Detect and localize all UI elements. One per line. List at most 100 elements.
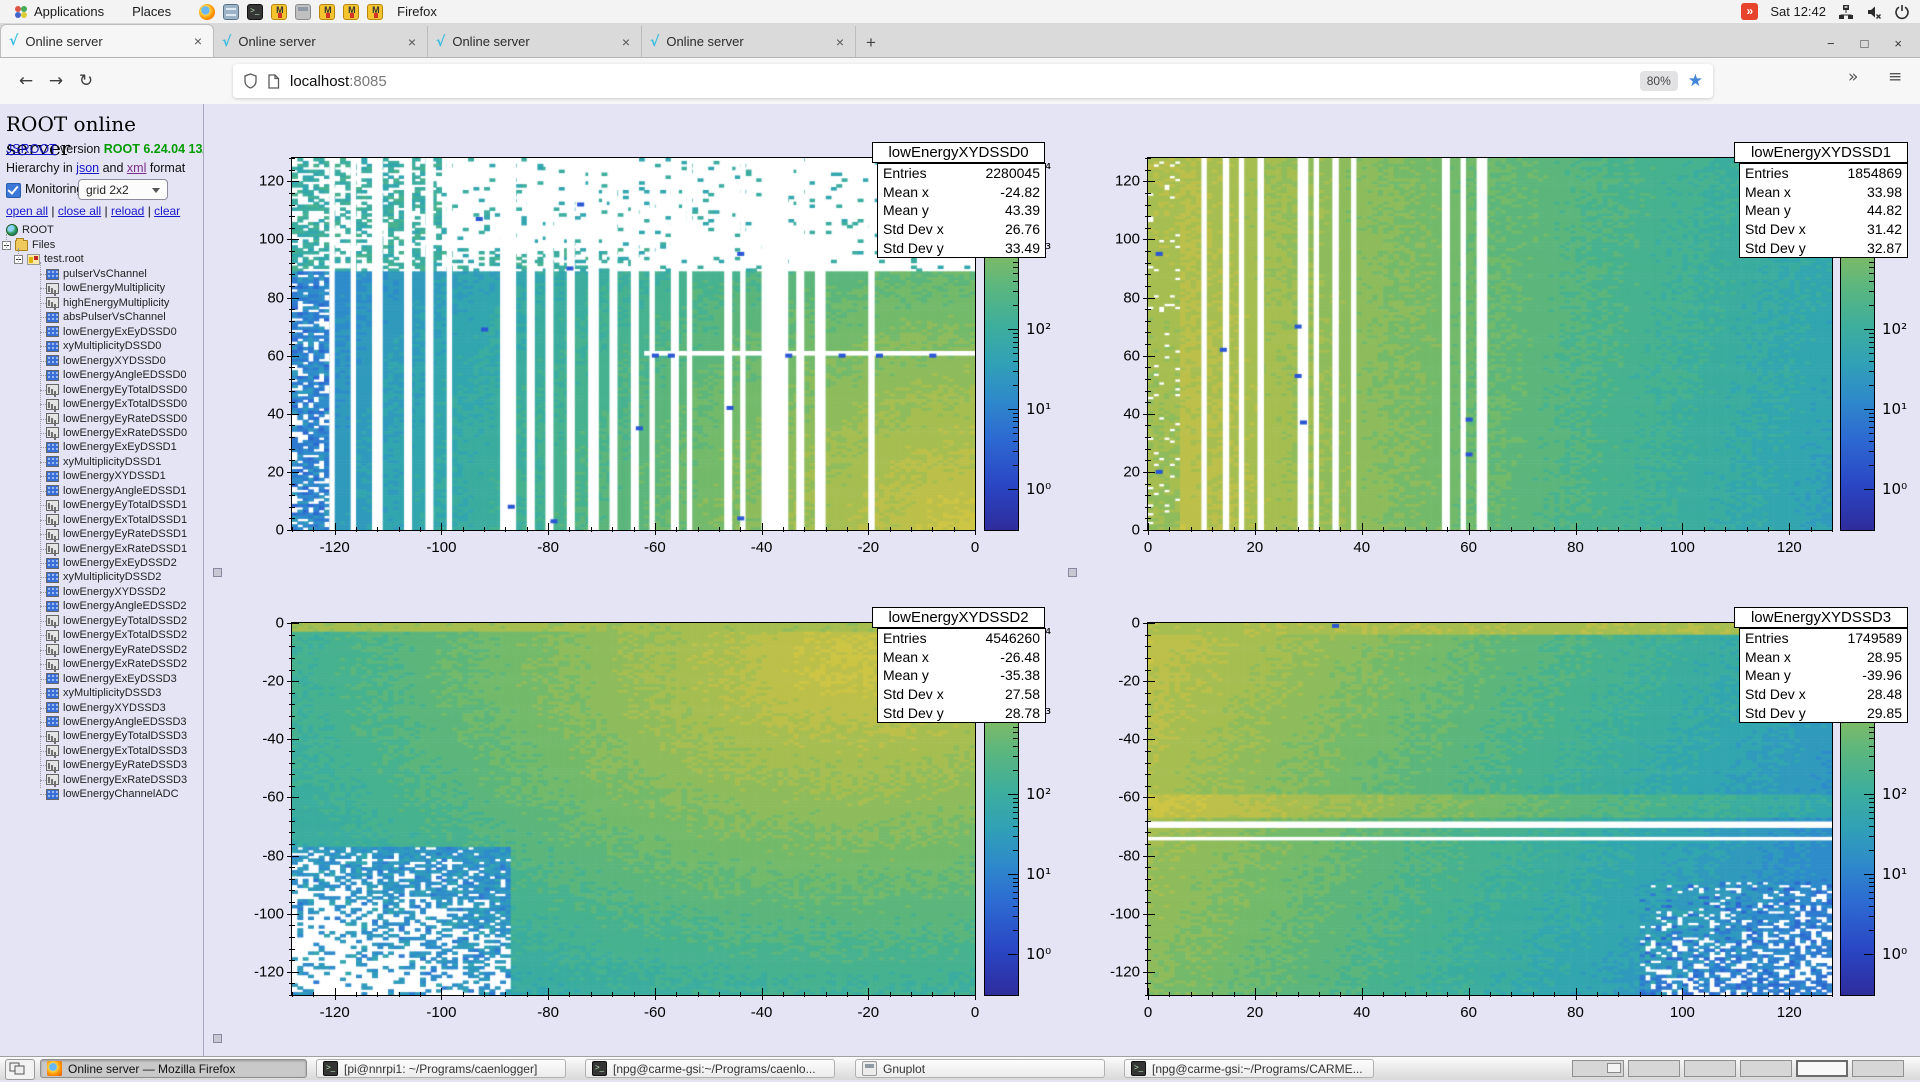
shield-icon[interactable]	[243, 73, 258, 89]
reload-button[interactable]: ↻	[72, 67, 100, 95]
tab-close-icon[interactable]: ×	[191, 33, 205, 49]
tree-item-lowEnergyAngleEDSSD3[interactable]: lowEnergyAngleEDSSD3	[46, 715, 187, 729]
tab-online-server-2[interactable]: √Online server×	[214, 26, 428, 57]
taskbar-button-1[interactable]: Online server — Mozilla Firefox	[40, 1059, 307, 1078]
layout-select[interactable]: grid 2x2	[78, 179, 168, 200]
title-pave-lowEnergyXYDSSD2[interactable]: lowEnergyXYDSSD2	[872, 607, 1045, 628]
plot-frame[interactable]	[292, 623, 975, 995]
applications-menu[interactable]: Applications	[0, 0, 118, 23]
tree-item-lowEnergyExTotalDSSD2[interactable]: lowEnergyExTotalDSSD2	[46, 628, 187, 642]
tab-close-icon[interactable]: ×	[405, 34, 419, 50]
monitoring-checkbox[interactable]	[6, 183, 21, 198]
reload-link[interactable]: reload	[111, 204, 144, 218]
taskbar-button-3[interactable]: [npg@carme-gsi:~/Programs/caenlo...	[585, 1059, 835, 1078]
minimize-button[interactable]: −	[1827, 36, 1835, 51]
tree-item-lowEnergyChannelADC[interactable]: lowEnergyChannelADC	[46, 787, 179, 801]
tree-item-lowEnergyExEyDSSD1[interactable]: lowEnergyExEyDSSD1	[46, 440, 177, 454]
tab-close-icon[interactable]: ×	[619, 34, 633, 50]
zoom-level-badge[interactable]: 80%	[1640, 71, 1678, 91]
tree-item-highEnergyMultiplicity[interactable]: highEnergyMultiplicity	[46, 296, 169, 310]
tree-item-files[interactable]: Files	[2, 238, 55, 252]
bookmark-star-icon[interactable]: ★	[1688, 71, 1703, 91]
forward-button[interactable]: →	[42, 67, 70, 95]
window-switcher-icon[interactable]	[5, 1059, 35, 1080]
power-icon[interactable]	[1894, 4, 1910, 20]
volume-muted-icon[interactable]	[1866, 4, 1882, 20]
tree-item-lowEnergyEyTotalDSSD2[interactable]: lowEnergyEyTotalDSSD2	[46, 614, 187, 628]
back-button[interactable]: ←	[12, 67, 40, 95]
places-menu[interactable]: Places	[118, 0, 185, 23]
jsroot-link[interactable]: JSROOT	[6, 142, 56, 156]
heatmap-canvas-lowEnergyXYDSSD1[interactable]	[1148, 158, 1832, 530]
tree-item-xyMultiplicityDSSD0[interactable]: xyMultiplicityDSSD0	[46, 339, 161, 353]
pad-resize-handle[interactable]	[213, 568, 222, 577]
tree-item-xyMultiplicityDSSD1[interactable]: xyMultiplicityDSSD1	[46, 455, 161, 469]
xml-link[interactable]: xml	[127, 161, 146, 175]
new-tab-button[interactable]: +	[856, 33, 886, 57]
notification-icon[interactable]: »	[1741, 3, 1758, 20]
toolbar-overflow-button[interactable]: »	[1848, 67, 1858, 87]
plot-frame[interactable]	[292, 158, 975, 530]
scanner-launcher-icon[interactable]	[295, 4, 311, 20]
taskbar-button-4[interactable]: Gnuplot	[855, 1059, 1105, 1078]
workspace-cell-2[interactable]	[1628, 1060, 1680, 1077]
tab-online-server-1[interactable]: √Online server×	[0, 24, 214, 57]
tab-online-server-3[interactable]: √Online server×	[428, 26, 642, 57]
tree-item-lowEnergyEyRateDSSD1[interactable]: lowEnergyEyRateDSSD1	[46, 527, 187, 541]
tree-item-lowEnergyExEyDSSD0[interactable]: lowEnergyExEyDSSD0	[46, 325, 177, 339]
tree-item-lowEnergyEyRateDSSD3[interactable]: lowEnergyEyRateDSSD3	[46, 758, 187, 772]
tree-item-lowEnergyExTotalDSSD0[interactable]: lowEnergyExTotalDSSD0	[46, 397, 187, 411]
open-all-link[interactable]: open all	[6, 204, 48, 218]
json-link[interactable]: json	[76, 161, 99, 175]
midas-launcher-icon[interactable]	[367, 4, 383, 20]
title-pave-lowEnergyXYDSSD3[interactable]: lowEnergyXYDSSD3	[1734, 607, 1908, 628]
stats-pave-lowEnergyXYDSSD1[interactable]: Entries1854869Mean x33.98Mean y44.82Std …	[1739, 163, 1908, 258]
tree-item-lowEnergyXYDSSD3[interactable]: lowEnergyXYDSSD3	[46, 701, 166, 715]
midas-launcher-icon[interactable]	[319, 4, 335, 20]
tree-item-lowEnergyAngleEDSSD1[interactable]: lowEnergyAngleEDSSD1	[46, 484, 187, 498]
title-pave-lowEnergyXYDSSD0[interactable]: lowEnergyXYDSSD0	[872, 142, 1045, 163]
firefox-launcher-icon[interactable]	[199, 4, 215, 20]
tree-item-lowEnergyXYDSSD0[interactable]: lowEnergyXYDSSD0	[46, 354, 166, 368]
heatmap-canvas-lowEnergyXYDSSD3[interactable]	[1148, 623, 1832, 995]
midas-launcher-icon[interactable]	[271, 4, 287, 20]
heatmap-canvas-lowEnergyXYDSSD0[interactable]	[292, 158, 975, 530]
tab-close-icon[interactable]: ×	[833, 34, 847, 50]
tree-item-root[interactable]: ROOT	[6, 223, 54, 237]
tree-item-lowEnergyExRateDSSD0[interactable]: lowEnergyExRateDSSD0	[46, 426, 187, 440]
pad-resize-handle[interactable]	[1068, 568, 1077, 577]
clear-link[interactable]: clear	[154, 204, 180, 218]
clock[interactable]: Sat 12:42	[1770, 4, 1826, 19]
file-manager-launcher-icon[interactable]	[223, 4, 239, 20]
tree-item-test-root[interactable]: test.root	[14, 252, 84, 266]
workspace-cell-3[interactable]	[1684, 1060, 1736, 1077]
tree-item-lowEnergyExTotalDSSD1[interactable]: lowEnergyExTotalDSSD1	[46, 513, 187, 527]
tree-item-lowEnergyEyRateDSSD0[interactable]: lowEnergyEyRateDSSD0	[46, 412, 187, 426]
tree-item-lowEnergyEyRateDSSD2[interactable]: lowEnergyEyRateDSSD2	[46, 643, 187, 657]
tree-item-xyMultiplicityDSSD3[interactable]: xyMultiplicityDSSD3	[46, 686, 161, 700]
firefox-menu[interactable]: Firefox	[383, 0, 451, 23]
heatmap-canvas-lowEnergyXYDSSD2[interactable]	[292, 623, 975, 995]
plot-frame[interactable]	[1148, 623, 1832, 995]
tree-item-lowEnergyExRateDSSD3[interactable]: lowEnergyExRateDSSD3	[46, 773, 187, 787]
tree-item-lowEnergyExEyDSSD2[interactable]: lowEnergyExEyDSSD2	[46, 556, 177, 570]
workspace-cell-4[interactable]	[1740, 1060, 1792, 1077]
terminal-launcher-icon[interactable]	[247, 4, 263, 20]
close-all-link[interactable]: close all	[58, 204, 101, 218]
network-icon[interactable]	[1838, 4, 1854, 20]
close-button[interactable]: ×	[1894, 36, 1902, 51]
tree-item-lowEnergyExRateDSSD1[interactable]: lowEnergyExRateDSSD1	[46, 542, 187, 556]
page-info-icon[interactable]	[267, 74, 280, 89]
taskbar-button-2[interactable]: [pi@nnrpi1: ~/Programs/caenlogger]	[316, 1059, 566, 1078]
tree-item-lowEnergyAngleEDSSD0[interactable]: lowEnergyAngleEDSSD0	[46, 368, 187, 382]
tree-item-lowEnergyMultiplicity[interactable]: lowEnergyMultiplicity	[46, 281, 165, 295]
tree-item-absPulserVsChannel[interactable]: absPulserVsChannel	[46, 310, 166, 324]
tree-item-xyMultiplicityDSSD2[interactable]: xyMultiplicityDSSD2	[46, 570, 161, 584]
workspace-cell-1[interactable]	[1572, 1060, 1624, 1077]
tree-item-pulserVsChannel[interactable]: pulserVsChannel	[46, 267, 147, 281]
midas-launcher-icon[interactable]	[343, 4, 359, 20]
plot-frame[interactable]	[1148, 158, 1832, 530]
stats-pave-lowEnergyXYDSSD0[interactable]: Entries2280045Mean x-24.82Mean y43.39Std…	[877, 163, 1046, 258]
workspace-cell-5[interactable]	[1796, 1060, 1848, 1077]
tree-item-lowEnergyXYDSSD2[interactable]: lowEnergyXYDSSD2	[46, 585, 166, 599]
